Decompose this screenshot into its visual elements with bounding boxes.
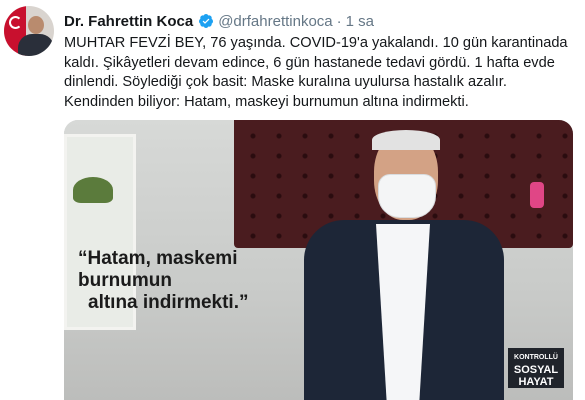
- avatar[interactable]: [4, 6, 54, 56]
- quote-line-1: “Hatam, maskemi burnumun: [78, 248, 238, 291]
- author-handle[interactable]: @drfahrettinkoca: [218, 13, 332, 30]
- face-mask: [378, 174, 436, 218]
- tweet-timestamp[interactable]: 1 sa: [346, 13, 374, 30]
- tweet-text: MUHTAR FEVZİ BEY, 76 yaşında. COVID-19'a…: [64, 34, 579, 112]
- avatar-body: [18, 34, 54, 56]
- pink-ribbon-decoration: [530, 182, 544, 208]
- avatar-head: [28, 16, 44, 34]
- separator-dot: ·: [336, 12, 342, 30]
- verified-badge-icon: [198, 13, 214, 29]
- logo-line-3: HAYAT: [518, 376, 554, 388]
- tweet-media-image[interactable]: “Hatam, maskemi burnumun altına indirmek…: [64, 120, 573, 400]
- plant-decoration: [73, 177, 113, 203]
- man-hair: [372, 130, 440, 150]
- tweet-text-content: MUHTAR FEVZİ BEY, 76 yaşında. COVID-19'a…: [64, 35, 568, 110]
- quote-line-2: altına indirmekti.”: [88, 292, 249, 313]
- logo-line-2: SOSYAL: [513, 364, 559, 376]
- author-name[interactable]: Dr. Fahrettin Koca: [64, 13, 193, 30]
- tweet-header: Dr. Fahrettin Koca @drfahrettinkoca · 1 …: [64, 10, 374, 32]
- image-quote: “Hatam, maskemi burnumun altına indirmek…: [78, 248, 318, 314]
- tweet[interactable]: Dr. Fahrettin Koca @drfahrettinkoca · 1 …: [0, 0, 585, 400]
- campaign-logo: KONTROLLÜ SOSYAL HAYAT: [508, 348, 564, 388]
- logo-line-1: KONTROLLÜ: [514, 354, 558, 361]
